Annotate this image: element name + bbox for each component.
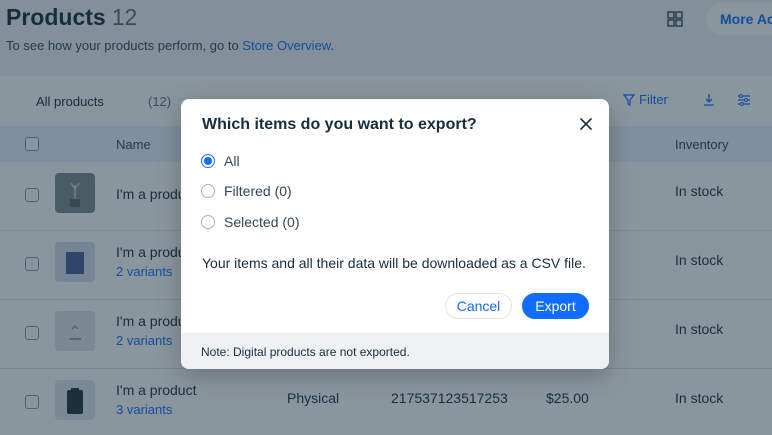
export-option-filtered[interactable]: Filtered (0) [201, 183, 292, 199]
export-dialog: Which items do you want to export? All F… [181, 99, 609, 369]
radio-label-all: All [224, 153, 240, 169]
export-option-all[interactable]: All [201, 153, 240, 169]
export-button[interactable]: Export [522, 293, 589, 319]
radio-label-selected: Selected (0) [224, 214, 300, 230]
radio-button-selected[interactable] [201, 215, 215, 229]
export-option-selected[interactable]: Selected (0) [201, 214, 299, 230]
dialog-footer: Note: Digital products are not exported. [181, 333, 609, 369]
dialog-title: Which items do you want to export? [202, 116, 477, 133]
close-icon[interactable] [577, 115, 595, 133]
cancel-button[interactable]: Cancel [445, 293, 512, 319]
radio-button-filtered[interactable] [201, 184, 215, 198]
dialog-description: Your items and all their data will be do… [202, 255, 586, 271]
radio-button-all[interactable] [201, 154, 215, 168]
radio-label-filtered: Filtered (0) [224, 183, 292, 199]
digital-products-note: Note: Digital products are not exported. [201, 345, 410, 359]
